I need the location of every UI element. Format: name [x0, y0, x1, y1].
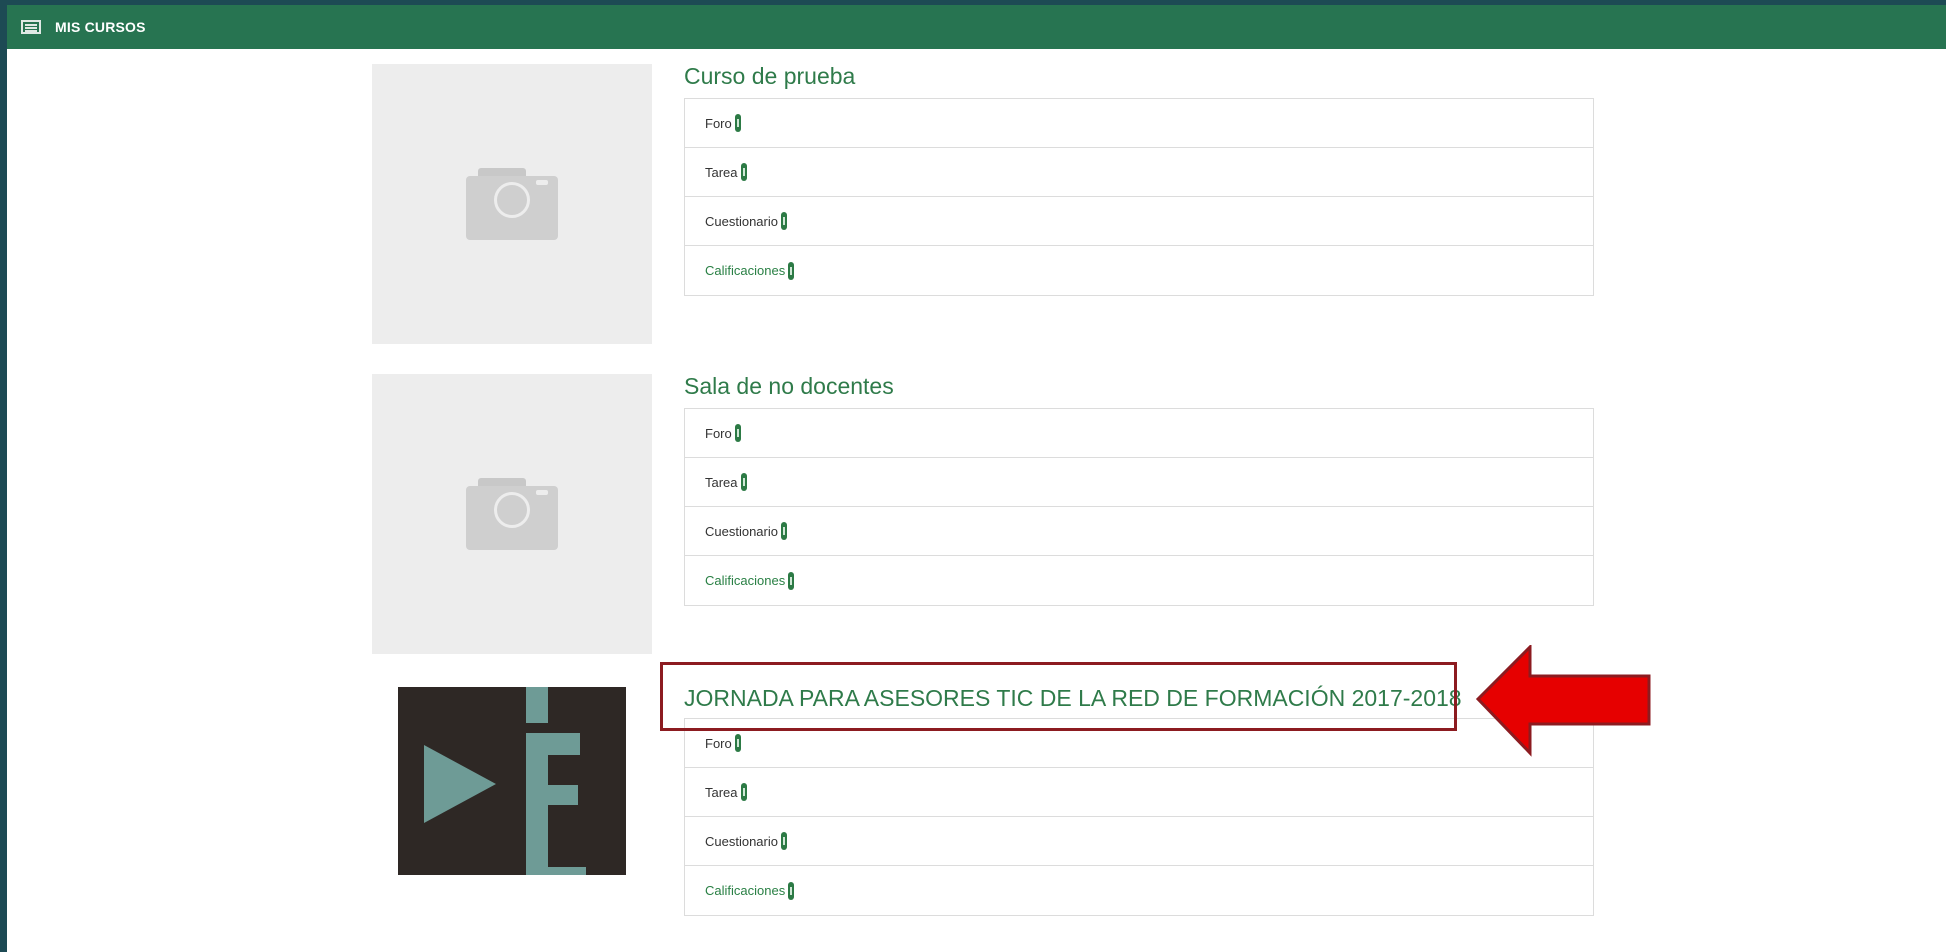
- play-f-logo-icon: [398, 687, 626, 875]
- menu-item-label: Tarea: [705, 164, 738, 180]
- menu-item-label: Foro: [705, 425, 732, 441]
- menu-item-foro[interactable]: Foro: [685, 99, 1593, 148]
- sort-icon: [740, 473, 747, 491]
- menu-item-cuestionario[interactable]: Cuestionario: [685, 197, 1593, 246]
- sort-icon: [788, 571, 795, 590]
- menu-item-label: Tarea: [705, 474, 738, 490]
- menu-item-label: Foro: [705, 735, 732, 751]
- main-frame: MIS CURSOS Curso de prueba Foro Tarea Cu…: [7, 5, 1946, 952]
- sort-icon: [740, 163, 747, 181]
- menu-item-cuestionario[interactable]: Cuestionario: [685, 817, 1593, 866]
- sort-icon: [734, 114, 741, 132]
- menu-item-calificaciones[interactable]: Calificaciones: [685, 556, 1593, 605]
- menu-item-label: Cuestionario: [705, 213, 778, 229]
- section-header: MIS CURSOS: [7, 5, 1946, 49]
- sort-icon: [734, 424, 741, 442]
- course-menu: Foro Tarea Cuestionario Calificaciones: [684, 408, 1594, 606]
- camera-placeholder-icon: [466, 478, 558, 550]
- camera-placeholder-icon: [466, 168, 558, 240]
- menu-item-label: Calificaciones: [705, 883, 786, 898]
- menu-item-label: Calificaciones: [705, 263, 786, 278]
- menu-item-tarea[interactable]: Tarea: [685, 148, 1593, 197]
- menu-item-foro[interactable]: Foro: [685, 409, 1593, 458]
- sort-icon: [740, 783, 747, 801]
- sort-icon: [781, 832, 787, 850]
- course-menu: Foro Tarea Cuestionario Calificaciones: [684, 98, 1594, 296]
- menu-item-label: Cuestionario: [705, 833, 778, 849]
- menu-item-tarea[interactable]: Tarea: [685, 768, 1593, 817]
- course-menu: Foro Tarea Cuestionario Calificaciones: [684, 718, 1594, 916]
- sort-icon: [788, 261, 795, 280]
- course-image-placeholder[interactable]: [372, 64, 652, 344]
- menu-item-calificaciones[interactable]: Calificaciones: [685, 866, 1593, 915]
- menu-item-calificaciones[interactable]: Calificaciones: [685, 246, 1593, 295]
- menu-item-label: Tarea: [705, 784, 738, 800]
- menu-item-tarea[interactable]: Tarea: [685, 458, 1593, 507]
- sort-icon: [788, 881, 795, 900]
- menu-item-cuestionario[interactable]: Cuestionario: [685, 507, 1593, 556]
- highlight-box: [660, 662, 1457, 731]
- list-icon: [21, 20, 41, 34]
- course-image-placeholder[interactable]: [372, 374, 652, 654]
- course-title-link[interactable]: Curso de prueba: [684, 63, 855, 90]
- menu-item-label: Foro: [705, 115, 732, 131]
- sort-icon: [781, 212, 787, 230]
- course-logo[interactable]: [398, 687, 626, 875]
- menu-item-label: Calificaciones: [705, 573, 786, 588]
- course-title-link[interactable]: Sala de no docentes: [684, 373, 894, 400]
- sort-icon: [781, 522, 787, 540]
- menu-item-label: Cuestionario: [705, 523, 778, 539]
- section-title: MIS CURSOS: [55, 19, 146, 35]
- red-arrow-icon: [1475, 645, 1651, 757]
- sort-icon: [734, 734, 741, 752]
